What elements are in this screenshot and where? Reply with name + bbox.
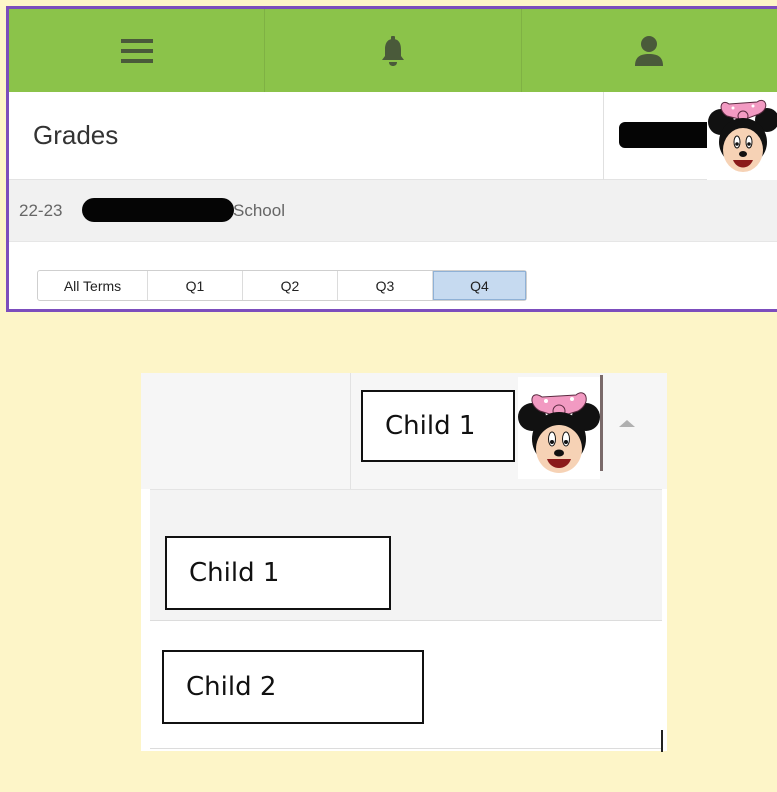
student-option[interactable]: Child 2 (150, 621, 662, 749)
scroll-indicator (661, 730, 663, 752)
redacted-school-name (82, 198, 234, 222)
student-picker-header[interactable]: Child 1 (141, 373, 667, 489)
school-year: 22-23 (19, 201, 63, 220)
user-icon (635, 35, 664, 66)
school-suffix: School (233, 201, 285, 220)
tab-all-terms[interactable]: All Terms (38, 271, 148, 300)
selected-student-avatar (518, 377, 600, 479)
avatar-separator (600, 375, 603, 471)
title-divider (603, 92, 604, 180)
student-picker-dropdown: Child 1 Child 1 Child 2 (141, 373, 667, 751)
hamburger-menu-icon (120, 38, 153, 63)
term-tabs: All Terms Q1 Q2 Q3 Q4 (37, 270, 527, 301)
tab-q2[interactable]: Q2 (243, 271, 338, 300)
redacted-student-name (619, 122, 715, 148)
tab-q4[interactable]: Q4 (433, 271, 526, 300)
school-row: 22-23 School (9, 180, 777, 242)
header-divider (350, 373, 351, 489)
bell-icon (381, 35, 404, 66)
page-title: Grades (33, 120, 119, 150)
student-option-label: Child 2 (162, 650, 424, 724)
notifications-button[interactable] (265, 9, 522, 92)
menu-button[interactable] (9, 9, 266, 92)
student-option[interactable]: Child 1 (150, 489, 662, 621)
top-nav-bar (6, 6, 777, 92)
title-row: Grades (9, 92, 777, 180)
tab-q3[interactable]: Q3 (338, 271, 433, 300)
account-button[interactable] (522, 9, 777, 92)
caret-up-icon[interactable] (619, 420, 635, 427)
grades-header: Grades 22-23 School All Terms Q1 Q2 Q3 Q… (6, 92, 777, 312)
tab-q1[interactable]: Q1 (148, 271, 243, 300)
student-option-label: Child 1 (165, 536, 391, 610)
student-avatar[interactable] (707, 96, 777, 180)
selected-student-label[interactable]: Child 1 (361, 390, 515, 462)
